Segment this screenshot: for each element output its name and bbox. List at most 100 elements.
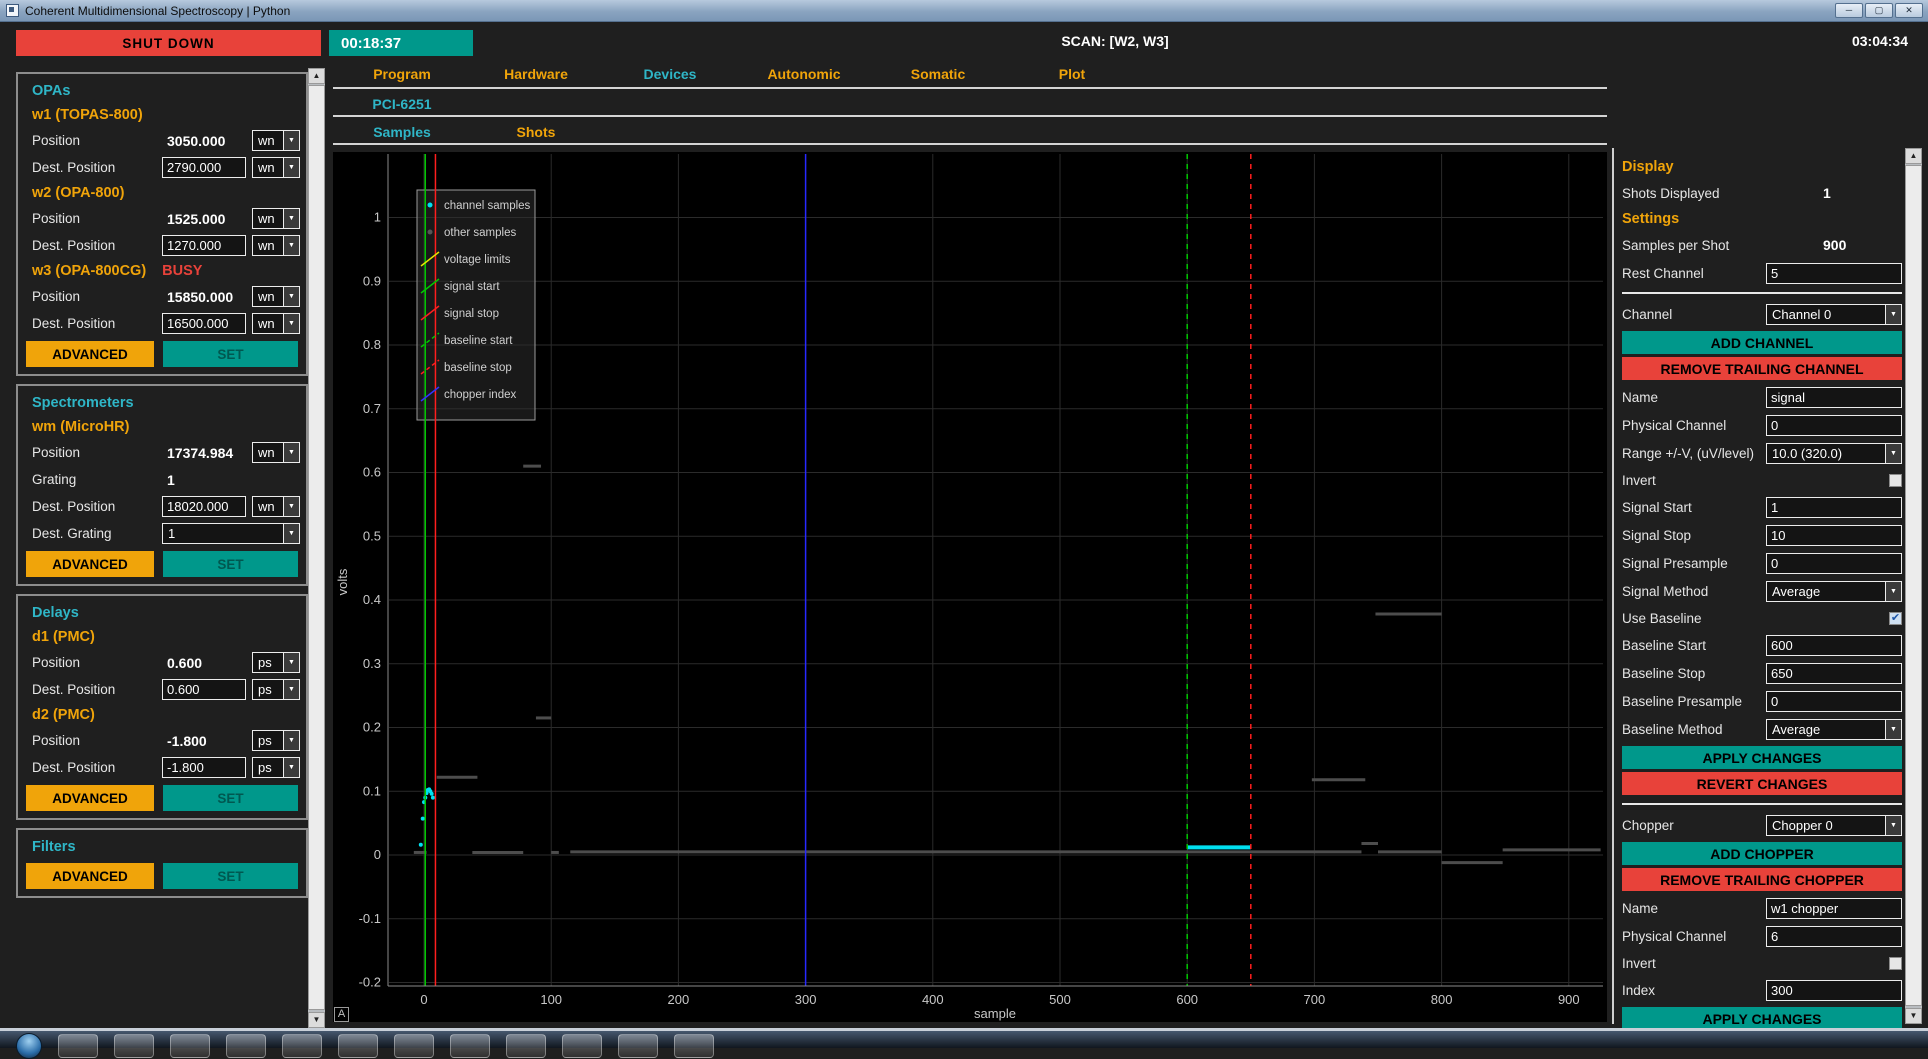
tab-somatic[interactable]: Somatic	[871, 66, 1005, 82]
close-button[interactable]: ✕	[1895, 3, 1923, 18]
add-chopper-button[interactable]: ADD CHOPPER	[1622, 842, 1902, 865]
taskbar-icon[interactable]	[450, 1034, 490, 1058]
main-scrollbar[interactable]: ▲ ▼	[308, 68, 325, 1028]
setting-select[interactable]: Channel 0▼	[1766, 304, 1902, 325]
settings-header: Display	[1622, 155, 1902, 179]
channel-settings-panel: DisplayShots Displayed1SettingsSamples p…	[1622, 155, 1902, 1030]
plot-canvas[interactable]: -0.2-0.100.10.20.30.40.50.60.70.80.91010…	[333, 152, 1607, 1022]
section-header: Delays	[24, 601, 300, 625]
units-select[interactable]: ps▼	[252, 730, 300, 751]
setting-select[interactable]: Average▼	[1766, 719, 1902, 740]
units-select[interactable]: wn▼	[252, 235, 300, 256]
units-select[interactable]: ps▼	[252, 757, 300, 778]
set-button[interactable]: SET	[163, 863, 298, 889]
tab-hardware[interactable]: Hardware	[469, 66, 603, 82]
advanced-button[interactable]: ADVANCED	[26, 341, 154, 367]
section-spectrometers: Spectrometerswm (MicroHR)Position17374.9…	[16, 384, 308, 586]
setting-input[interactable]	[1766, 691, 1902, 712]
units-select[interactable]: wn▼	[252, 313, 300, 334]
device-tab-pci-6251[interactable]: PCI-6251	[335, 96, 469, 112]
scrollbar-thumb[interactable]	[1905, 165, 1922, 1006]
units-select[interactable]: ps▼	[252, 652, 300, 673]
invert-checkbox[interactable]	[1889, 957, 1902, 970]
y-tick-label: 0.4	[363, 592, 381, 607]
setting-select-value: Average	[1772, 584, 1820, 599]
scroll-down-arrow[interactable]: ▼	[1905, 1008, 1922, 1024]
advanced-button[interactable]: ADVANCED	[26, 863, 154, 889]
advanced-button[interactable]: ADVANCED	[26, 785, 154, 811]
remove-trailing-channel-button[interactable]: REMOVE TRAILING CHANNEL	[1622, 357, 1902, 380]
setting-input[interactable]	[1766, 635, 1902, 656]
field-input[interactable]	[162, 313, 246, 334]
set-button[interactable]: SET	[163, 551, 298, 577]
setting-input[interactable]	[1766, 898, 1902, 919]
start-button[interactable]	[16, 1033, 42, 1059]
add-channel-button[interactable]: ADD CHANNEL	[1622, 331, 1902, 354]
subtab-shots[interactable]: Shots	[469, 124, 603, 140]
taskbar-icon[interactable]	[226, 1034, 266, 1058]
tab-plot[interactable]: Plot	[1005, 66, 1139, 82]
taskbar-icon[interactable]	[618, 1034, 658, 1058]
setting-input[interactable]	[1766, 663, 1902, 684]
setting-input[interactable]	[1766, 497, 1902, 518]
setting-input[interactable]	[1766, 980, 1902, 1001]
setting-input[interactable]	[1766, 553, 1902, 574]
tab-program[interactable]: Program	[335, 66, 469, 82]
field-input[interactable]	[162, 235, 246, 256]
setting-select[interactable]: Average▼	[1766, 581, 1902, 602]
field-input[interactable]	[162, 496, 246, 517]
field-input[interactable]	[162, 157, 246, 178]
units-select[interactable]: wn▼	[252, 496, 300, 517]
units-select[interactable]: wn▼	[252, 442, 300, 463]
tab-autonomic[interactable]: Autonomic	[737, 66, 871, 82]
hardware-label: w2 (OPA-800)	[32, 185, 124, 201]
setting-select[interactable]: Chopper 0▼	[1766, 815, 1902, 836]
taskbar-icon[interactable]	[338, 1034, 378, 1058]
taskbar-icon[interactable]	[394, 1034, 434, 1058]
setting-input[interactable]	[1766, 387, 1902, 408]
setting-input[interactable]	[1766, 263, 1902, 284]
setting-input[interactable]	[1766, 525, 1902, 546]
scroll-up-arrow[interactable]: ▲	[308, 68, 325, 84]
set-button[interactable]: SET	[163, 785, 298, 811]
taskbar-icon[interactable]	[114, 1034, 154, 1058]
units-select[interactable]: wn▼	[252, 208, 300, 229]
taskbar-icon[interactable]	[562, 1034, 602, 1058]
scroll-down-arrow[interactable]: ▼	[308, 1012, 325, 1028]
autorange-button[interactable]: A	[334, 1007, 349, 1022]
tab-devices[interactable]: Devices	[603, 66, 737, 82]
setting-select[interactable]: 10.0 (320.0)▼	[1766, 443, 1902, 464]
hardware-name: d1 (PMC)	[24, 625, 300, 649]
units-select[interactable]: wn▼	[252, 286, 300, 307]
subtab-samples[interactable]: Samples	[335, 124, 469, 140]
field-select[interactable]: 1▼	[162, 523, 300, 544]
units-select[interactable]: ps▼	[252, 679, 300, 700]
taskbar-icon[interactable]	[282, 1034, 322, 1058]
taskbar-icon[interactable]	[170, 1034, 210, 1058]
minimize-button[interactable]: ─	[1835, 3, 1863, 18]
apply-changes-button[interactable]: APPLY CHANGES	[1622, 1007, 1902, 1030]
setting-input[interactable]	[1766, 926, 1902, 947]
remove-trailing-chopper-button[interactable]: REMOVE TRAILING CHOPPER	[1622, 868, 1902, 891]
setting-input[interactable]	[1766, 415, 1902, 436]
field-input[interactable]	[162, 757, 246, 778]
invert-checkbox[interactable]	[1889, 474, 1902, 487]
field-input[interactable]	[162, 679, 246, 700]
scroll-up-arrow[interactable]: ▲	[1905, 148, 1922, 164]
advanced-button[interactable]: ADVANCED	[26, 551, 154, 577]
units-select[interactable]: wn▼	[252, 157, 300, 178]
apply-changes-button[interactable]: APPLY CHANGES	[1622, 746, 1902, 769]
maximize-button[interactable]: ▢	[1865, 3, 1893, 18]
use-baseline-checkbox[interactable]: ✔	[1889, 612, 1902, 625]
revert-changes-button[interactable]: REVERT CHANGES	[1622, 772, 1902, 795]
taskbar-icon[interactable]	[674, 1034, 714, 1058]
setting-label: Baseline Start	[1622, 638, 1766, 653]
taskbar-icon[interactable]	[58, 1034, 98, 1058]
set-button[interactable]: SET	[163, 341, 298, 367]
settings-scrollbar[interactable]: ▲ ▼	[1905, 148, 1922, 1024]
shut-down-button[interactable]: SHUT DOWN	[16, 30, 321, 56]
channel-sample-point	[430, 792, 434, 796]
scrollbar-thumb[interactable]	[308, 85, 325, 1010]
units-select[interactable]: wn▼	[252, 130, 300, 151]
taskbar-icon[interactable]	[506, 1034, 546, 1058]
